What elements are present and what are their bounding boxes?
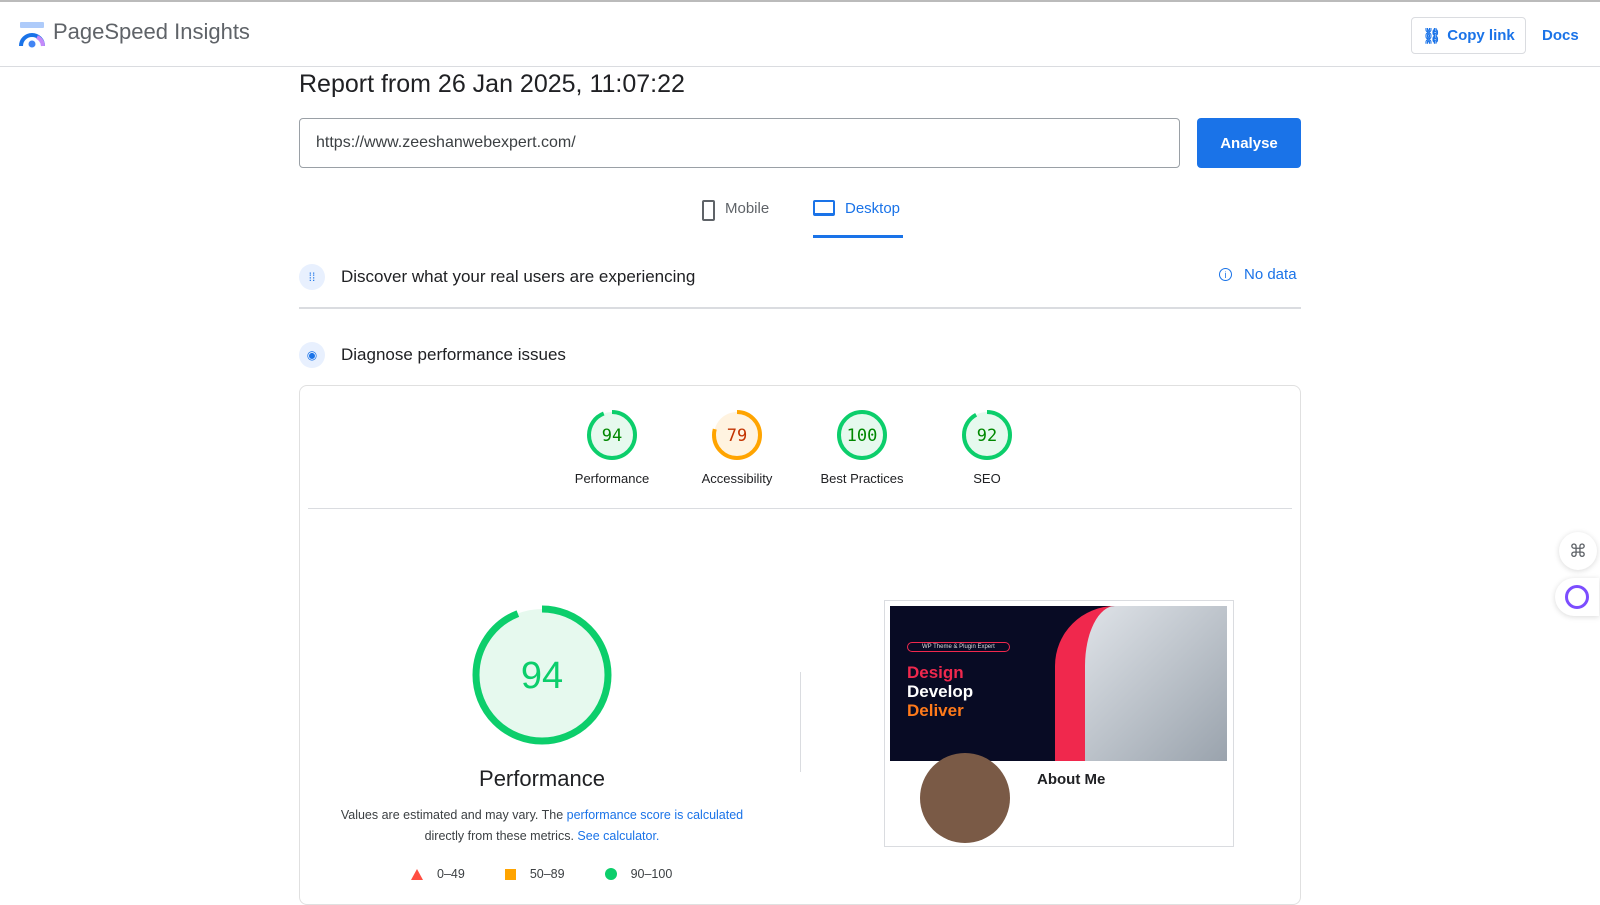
performance-gauge-large: 94 [470,603,614,752]
legend-label: 90–100 [630,867,673,881]
performance-title: Performance [479,766,605,791]
users-icon: ⁞⁞ [299,264,325,290]
legend-label: 0–49 [437,867,465,881]
score-calculated-link[interactable]: performance score is calculated [567,808,743,822]
pagespeed-logo-icon [19,22,45,48]
note-text: directly from these metrics. [424,829,578,843]
no-data-status[interactable]: i No data [1219,266,1297,283]
screenshot-headline: Deliver [907,701,964,720]
legend-pass: 90–100 [604,867,673,881]
gauge-ring: 100 [837,410,887,460]
gauge-score: 92 [977,426,997,446]
desktop-icon [813,200,835,216]
gauge-ring: 79 [712,410,762,460]
page-screenshot: WP Theme & Plugin Expert Design Develop … [884,600,1234,847]
gauge-score: 94 [602,426,622,446]
no-data-label: No data [1244,266,1297,283]
lighthouse-icon: ◉ [299,342,325,368]
info-icon: i [1219,268,1232,281]
legend-fail: 0–49 [411,867,465,881]
triangle-icon [411,868,423,880]
url-input[interactable]: https://www.zeeshanwebexpert.com/ [299,118,1180,168]
link-icon: ⛓ [1422,27,1442,45]
gauge-label: Best Practices [820,471,904,486]
copy-link-label: Copy link [1447,27,1515,44]
gauge-label: Accessibility [701,471,773,486]
legend-label: 50–89 [529,867,565,881]
section-title: Discover what your real users are experi… [341,267,696,286]
square-icon [504,868,516,880]
score-note: Values are estimated and may vary. The p… [330,805,754,847]
divider [800,672,801,772]
legend: 0–49 50–89 90–100 [411,867,672,881]
apps-icon: ⌘ [1569,540,1587,561]
docs-link[interactable]: Docs [1542,27,1579,44]
top-bar: PageSpeed Insights ⛓ Copy link Docs [0,0,1600,67]
note-text: Values are estimated and may vary. The [340,808,567,822]
see-calculator-link[interactable]: See calculator. [577,829,659,843]
tab-desktop[interactable]: Desktop [813,200,903,238]
screenshot-hero: WP Theme & Plugin Expert Design Develop … [890,606,1227,761]
screenshot-about: About Me [1037,771,1106,788]
score-gauge-seo[interactable]: 92 SEO [917,409,1057,486]
mobile-icon [702,200,715,221]
circle-icon [604,868,617,880]
tab-label: Mobile [725,200,770,217]
copy-link-button[interactable]: ⛓ Copy link [1411,17,1526,54]
brand-name[interactable]: PageSpeed Insights [53,19,250,45]
assistant-button[interactable] [1555,578,1599,616]
apps-button[interactable]: ⌘ [1559,532,1597,570]
analyse-button[interactable]: Analyse [1197,118,1301,168]
report-title: Report from 26 Jan 2025, 11:07:22 [299,70,685,98]
section-title: Diagnose performance issues [341,345,566,364]
field-data-section: ⁞⁞ Discover what your real users are expe… [299,264,695,290]
score-gauge-accessibility[interactable]: 79 Accessibility [667,409,807,486]
screenshot-headline: Design [907,663,964,682]
gauge-label: Performance [574,471,650,486]
legend-average: 50–89 [504,867,565,881]
screenshot-portrait [920,753,1010,843]
screenshot-tag: WP Theme & Plugin Expert [907,642,1010,652]
tab-mobile[interactable]: Mobile [702,200,769,238]
screenshot-photo [1055,606,1227,761]
gauge-score: 79 [727,426,747,446]
score-gauge-best-practices[interactable]: 100 Best Practices [792,409,932,486]
performance-score: 94 [521,655,563,697]
divider [299,307,1301,309]
gauge-label: SEO [973,471,1001,486]
gauge-ring: 94 [587,410,637,460]
divider [308,508,1292,509]
tab-label: Desktop [845,200,901,217]
assistant-icon [1565,585,1589,609]
gauge-ring: 92 [962,410,1012,460]
gauge-score: 100 [847,426,878,446]
score-gauge-performance[interactable]: 94 Performance [542,409,682,486]
screenshot-headline: Develop [907,682,974,701]
diagnose-section: ◉ Diagnose performance issues [299,342,566,368]
